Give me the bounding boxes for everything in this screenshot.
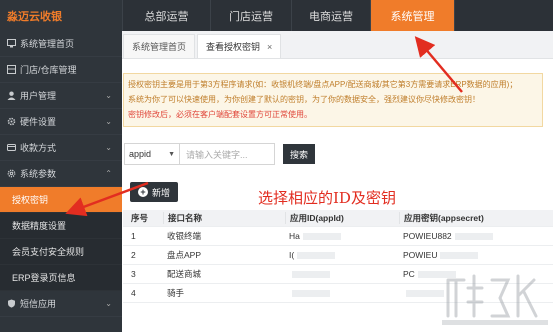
cell-index: 2: [131, 250, 136, 260]
tab-system-home[interactable]: 系统管理首页: [123, 34, 196, 58]
top-nav: 总部运营 门店运营 电商运营 系统管理: [122, 0, 454, 31]
cell-index: 3: [131, 269, 136, 279]
top-nav-system-admin[interactable]: 系统管理: [370, 0, 454, 31]
table-row[interactable]: 2 盘点APP I( POWIEU: [123, 246, 553, 265]
search-input[interactable]: 请输入关键字...: [180, 143, 275, 165]
sidebar-item-label: 系统管理首页: [20, 39, 75, 49]
annotation-text: 选择相应的ID及密钥: [258, 189, 396, 207]
header-interface-name: 接口名称: [163, 212, 285, 224]
notice-line: 系统为你了可以快速使用，为你创建了默认的密钥，为了你的数据安全，强烈建议你尽快修…: [128, 95, 480, 104]
search-bar: appid ▼ 请输入关键字... 搜索: [124, 143, 315, 165]
chevron-down-icon: ⌄: [105, 299, 112, 308]
cell-app-id: Ha: [285, 231, 399, 241]
tab-view-auth-key[interactable]: 查看授权密钥 ×: [197, 34, 282, 58]
cell-app-id: I(: [285, 250, 399, 260]
chevron-up-icon: ⌃: [105, 169, 112, 178]
sidebar-subitem-member-payment-rules[interactable]: 会员支付安全规则: [0, 239, 122, 265]
close-icon[interactable]: ×: [267, 42, 272, 52]
sidebar-item-label: 硬件设置: [20, 117, 57, 127]
cell-app-id: [285, 269, 399, 279]
top-nav-store-ops[interactable]: 门店运营: [210, 0, 291, 31]
top-bar: 淼迈云收银 总部运营 门店运营 电商运营 系统管理: [0, 0, 553, 31]
settings-icon: [7, 169, 16, 178]
header-app-id: 应用ID(appId): [285, 212, 399, 224]
sidebar: 系统管理首页 门店/仓库管理 用户管理 ⌄ 硬件设置 ⌄ 收款方式 ⌄ 系统参数…: [0, 31, 122, 332]
chevron-down-icon: ⌄: [105, 91, 112, 100]
cell-index: 4: [131, 288, 136, 298]
sidebar-item-sms-apps[interactable]: 短信应用 ⌄: [0, 291, 122, 317]
watermark-logo: [442, 274, 548, 325]
tab-label: 系统管理首页: [132, 42, 187, 52]
notice-line: 授权密钥主要是用于第3方程序请求(如：收银机终端/盘点APP/配送商城/其它第3…: [128, 80, 518, 89]
monitor-icon: [7, 39, 16, 48]
sidebar-item-label: 系统参数: [20, 169, 57, 179]
sidebar-item-label: 用户管理: [20, 91, 57, 101]
sidebar-subitem-erp-login-info[interactable]: ERP登录页信息: [0, 265, 122, 291]
user-icon: [7, 91, 16, 100]
cell-interface-name: 骑手: [167, 288, 185, 298]
add-button[interactable]: + 新增: [130, 182, 178, 202]
search-field-select[interactable]: appid ▼: [124, 143, 180, 165]
table-header-row: 序号 接口名称 应用ID(appId) 应用密钥(appsecret): [123, 210, 553, 227]
header-app-secret: 应用密钥(appsecret): [399, 212, 553, 224]
store-icon: [7, 65, 16, 74]
header-index: 序号: [131, 213, 149, 223]
cell-interface-name: 收银终端: [167, 231, 202, 241]
top-nav-hq-ops[interactable]: 总部运营: [122, 0, 210, 31]
sidebar-item-label: 收款方式: [20, 143, 57, 153]
shield-icon: [7, 299, 16, 308]
cell-interface-name: 盘点APP: [167, 250, 202, 260]
brand-logo: 淼迈云收银: [0, 0, 122, 31]
cell-interface-name: 配送商城: [167, 269, 202, 279]
tab-label: 查看授权密钥: [206, 42, 261, 52]
add-button-label: 新增: [151, 187, 170, 198]
gear-icon: [7, 117, 16, 126]
sidebar-item-payment-methods[interactable]: 收款方式 ⌄: [0, 135, 122, 161]
chevron-down-icon: ⌄: [105, 117, 112, 126]
table-row[interactable]: 1 收银终端 Ha POWIEU882: [123, 227, 553, 246]
sidebar-item-hardware-settings[interactable]: 硬件设置 ⌄: [0, 109, 122, 135]
sidebar-item-user-management[interactable]: 用户管理 ⌄: [0, 83, 122, 109]
cell-app-secret: POWIEU: [399, 250, 553, 260]
select-value: appid: [129, 149, 152, 159]
sidebar-item-store-warehouse[interactable]: 门店/仓库管理: [0, 57, 122, 83]
sidebar-subitem-auth-key[interactable]: 授权密钥: [0, 187, 122, 213]
chevron-down-icon: ⌄: [105, 143, 112, 152]
plus-icon: +: [137, 187, 148, 197]
sidebar-item-label: 门店/仓库管理: [20, 65, 77, 75]
tab-bar: 系统管理首页 查看授权密钥 ×: [122, 31, 553, 59]
notice-warning: 密钥修改后，必须在客户端配套设置方可正常使用。: [128, 110, 312, 119]
sidebar-subitem-data-precision[interactable]: 数据精度设置: [0, 213, 122, 239]
sidebar-item-label: 短信应用: [20, 299, 57, 309]
chevron-down-icon: ▼: [168, 150, 175, 158]
card-icon: [7, 143, 16, 152]
sidebar-item-system-parameters[interactable]: 系统参数 ⌃: [0, 161, 122, 187]
notice-box: 授权密钥主要是用于第3方程序请求(如：收银机终端/盘点APP/配送商城/其它第3…: [123, 73, 543, 127]
cell-index: 1: [131, 231, 136, 241]
sidebar-item-system-home[interactable]: 系统管理首页: [0, 31, 122, 57]
cell-app-id: [285, 288, 399, 298]
search-button[interactable]: 搜索: [283, 144, 315, 164]
top-nav-ecommerce-ops[interactable]: 电商运营: [291, 0, 370, 31]
cell-app-secret: POWIEU882: [399, 231, 553, 241]
